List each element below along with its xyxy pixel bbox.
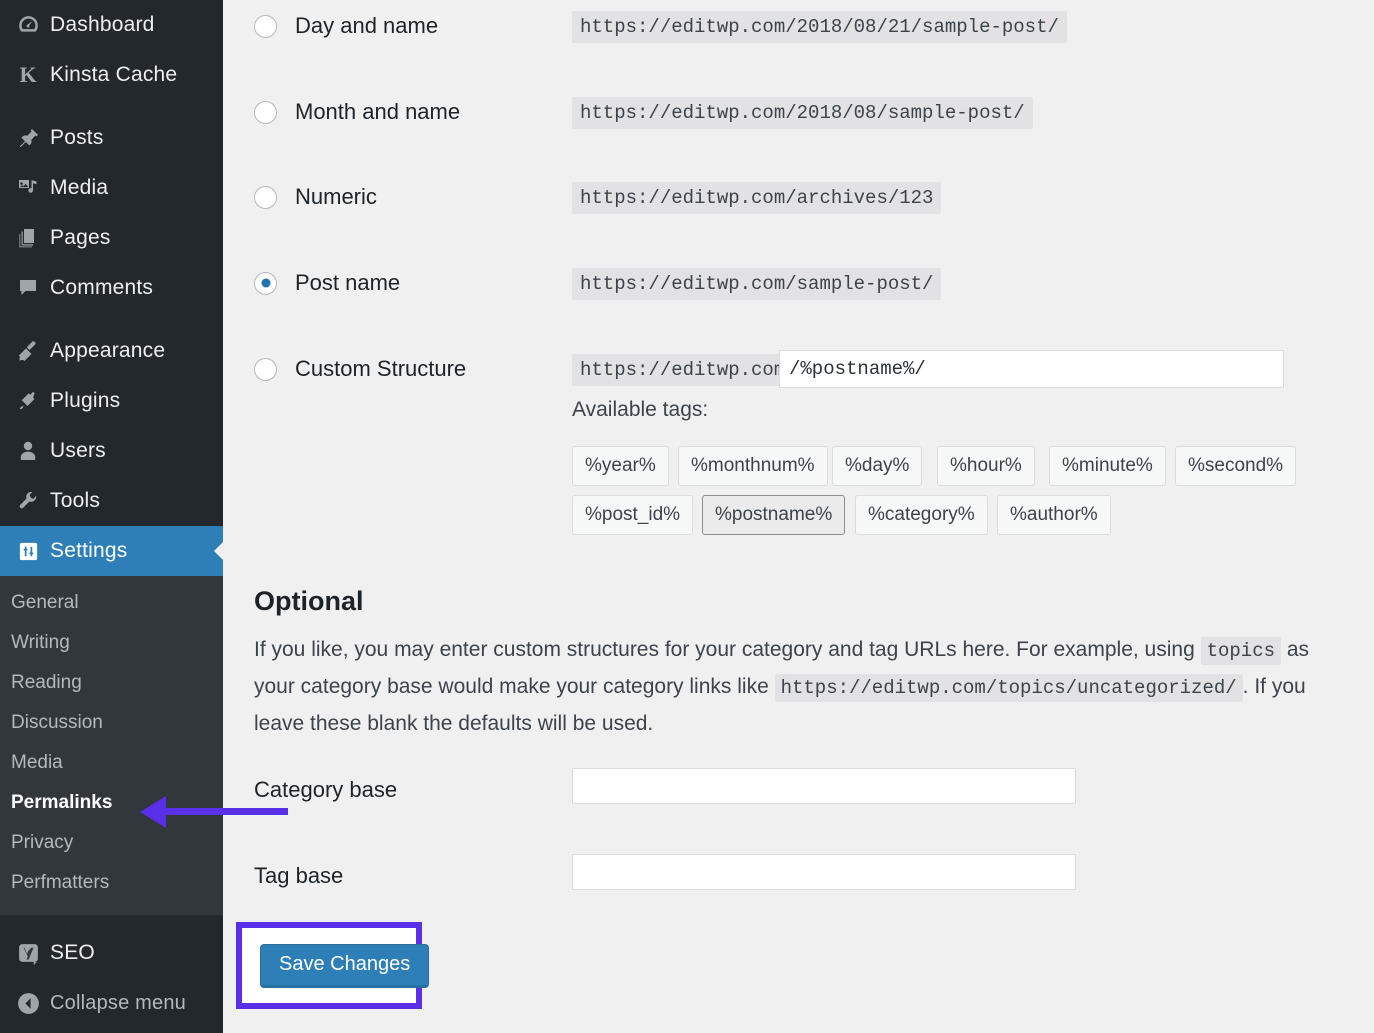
sidebar-item-label: Comments (50, 276, 153, 300)
sidebar-item-label: Media (50, 176, 108, 200)
tag-button-day[interactable]: %day% (832, 446, 922, 486)
sidebar-subitem-perfmatters[interactable]: Perfmatters (0, 863, 223, 903)
tag-button-author[interactable]: %author% (997, 495, 1111, 535)
tag-button-postname[interactable]: %postname% (702, 495, 845, 535)
annotation-arrow-head (140, 796, 166, 828)
yoast-seo-icon (6, 936, 50, 970)
category-base-input[interactable] (572, 768, 1076, 804)
sidebar-item-label: Kinsta Cache (50, 63, 177, 87)
pages-icon (6, 221, 50, 255)
tag-button-hour[interactable]: %hour% (937, 446, 1035, 486)
category-base-label: Category base (254, 777, 397, 803)
sidebar-subitem-media[interactable]: Media (0, 743, 223, 783)
wrench-icon (6, 484, 50, 518)
permalink-option-post-name[interactable]: Post name (254, 269, 400, 297)
sidebar-separator (0, 313, 223, 326)
permalink-option-label: Post name (295, 270, 400, 296)
sidebar-item-label: Posts (50, 126, 104, 150)
permalink-url-numeric: https://editwp.com/archives/123 (572, 182, 941, 214)
sidebar-subitem-writing[interactable]: Writing (0, 623, 223, 663)
tag-button-second[interactable]: %second% (1175, 446, 1296, 486)
sidebar-separator (0, 100, 223, 113)
tag-button-year[interactable]: %year% (572, 446, 669, 486)
permalink-option-day-and-name[interactable]: Day and name (254, 12, 438, 40)
permalink-url-day-and-name: https://editwp.com/2018/08/21/sample-pos… (572, 11, 1067, 43)
radio-numeric[interactable] (254, 186, 277, 209)
sidebar-item-kinsta-cache[interactable]: K Kinsta Cache (0, 50, 223, 100)
sidebar-subitem-discussion[interactable]: Discussion (0, 703, 223, 743)
sidebar-item-label: Tools (50, 489, 100, 513)
kinsta-k-icon: K (6, 58, 50, 92)
settings-submenu: General Writing Reading Discussion Media… (0, 576, 223, 915)
sidebar-item-settings[interactable]: Settings (0, 526, 223, 576)
optional-heading: Optional (254, 586, 364, 617)
optional-description: If you like, you may enter custom struct… (254, 632, 1354, 741)
sidebar-separator (0, 915, 223, 928)
sidebar-item-label: Appearance (50, 339, 165, 363)
custom-structure-prefix: https://editwp.com (572, 354, 793, 386)
sidebar-item-plugins[interactable]: Plugins (0, 376, 223, 426)
custom-structure-input[interactable] (779, 350, 1284, 388)
sidebar-item-pages[interactable]: Pages (0, 213, 223, 263)
optional-text-part1: If you like, you may enter custom struct… (254, 638, 1201, 661)
permalink-option-custom-structure[interactable]: Custom Structure (254, 355, 466, 383)
collapse-menu-button[interactable]: Collapse menu (0, 978, 223, 1028)
media-icon (6, 171, 50, 205)
radio-custom-structure[interactable] (254, 358, 277, 381)
permalink-url-post-name: https://editwp.com/sample-post/ (572, 268, 941, 300)
permalink-option-label: Day and name (295, 13, 438, 39)
sidebar-item-label: Dashboard (50, 13, 155, 37)
sidebar-subitem-permalinks[interactable]: Permalinks (0, 783, 223, 823)
collapse-menu-label: Collapse menu (50, 992, 186, 1015)
sliders-icon (6, 534, 50, 568)
dashboard-icon (6, 8, 50, 42)
tag-button-category[interactable]: %category% (855, 495, 988, 535)
radio-post-name[interactable] (254, 272, 277, 295)
admin-sidebar: Dashboard K Kinsta Cache Posts Media (0, 0, 223, 1033)
collapse-arrow-icon (6, 986, 50, 1020)
wordpress-admin-screen: Dashboard K Kinsta Cache Posts Media (0, 0, 1374, 1033)
paintbrush-icon (6, 334, 50, 368)
sidebar-item-comments[interactable]: Comments (0, 263, 223, 313)
sidebar-item-label: Plugins (50, 389, 120, 413)
sidebar-item-dashboard[interactable]: Dashboard (0, 0, 223, 50)
permalink-option-label: Month and name (295, 99, 460, 125)
tag-button-minute[interactable]: %minute% (1049, 446, 1166, 486)
permalink-option-label: Custom Structure (295, 356, 466, 382)
sidebar-subitem-general[interactable]: General (0, 583, 223, 623)
tag-button-monthnum[interactable]: %monthnum% (678, 446, 828, 486)
radio-day-and-name[interactable] (254, 15, 277, 38)
radio-month-and-name[interactable] (254, 101, 277, 124)
inline-code-topics: topics (1201, 637, 1281, 665)
sidebar-subitem-reading[interactable]: Reading (0, 663, 223, 703)
sidebar-subitem-privacy[interactable]: Privacy (0, 823, 223, 863)
sidebar-item-users[interactable]: Users (0, 426, 223, 476)
tag-base-input[interactable] (572, 854, 1076, 890)
plug-icon (6, 384, 50, 418)
tag-base-label: Tag base (254, 863, 343, 889)
sidebar-item-label: Settings (50, 539, 127, 563)
sidebar-item-tools[interactable]: Tools (0, 476, 223, 526)
permalink-option-numeric[interactable]: Numeric (254, 183, 377, 211)
comment-bubble-icon (6, 271, 50, 305)
sidebar-item-seo[interactable]: SEO (0, 928, 223, 978)
tag-button-post-id[interactable]: %post_id% (572, 495, 693, 535)
sidebar-item-label: Users (50, 439, 106, 463)
permalink-url-month-and-name: https://editwp.com/2018/08/sample-post/ (572, 97, 1033, 129)
sidebar-item-label: SEO (50, 941, 95, 965)
inline-code-category-url: https://editwp.com/topics/uncategorized/ (775, 674, 1243, 702)
sidebar-item-media[interactable]: Media (0, 163, 223, 213)
user-icon (6, 434, 50, 468)
annotation-arrow-shaft (163, 808, 288, 815)
permalink-option-label: Numeric (295, 184, 377, 210)
pin-icon (6, 121, 50, 155)
sidebar-item-appearance[interactable]: Appearance (0, 326, 223, 376)
save-changes-button[interactable]: Save Changes (260, 944, 429, 988)
permalink-option-month-and-name[interactable]: Month and name (254, 98, 460, 126)
sidebar-item-label: Pages (50, 226, 111, 250)
available-tags-label: Available tags: (572, 398, 708, 422)
permalink-settings-content: Day and name https://editwp.com/2018/08/… (223, 0, 1374, 1033)
sidebar-item-posts[interactable]: Posts (0, 113, 223, 163)
